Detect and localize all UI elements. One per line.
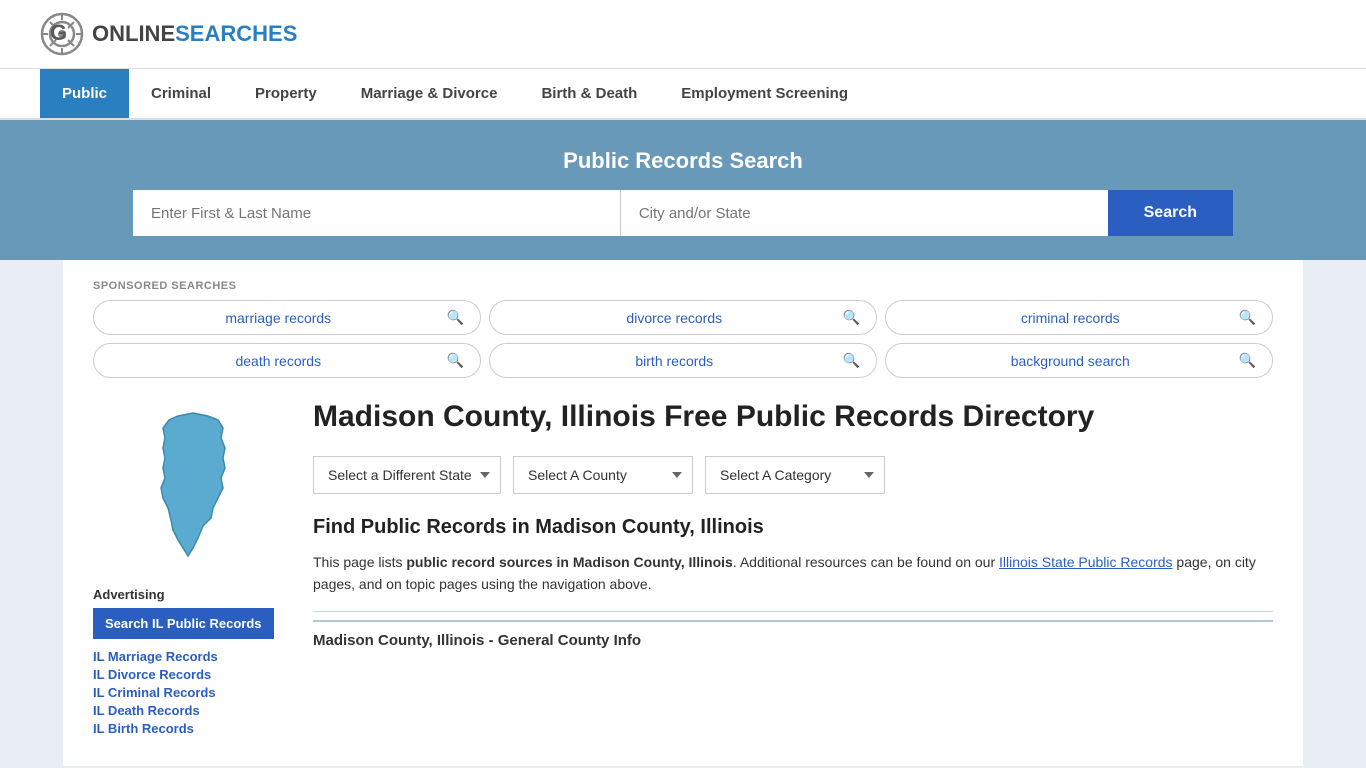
tag-birth[interactable]: birth records 🔍	[489, 343, 877, 378]
nav-item-property[interactable]: Property	[233, 69, 339, 118]
nav-item-birth-death[interactable]: Birth & Death	[519, 69, 659, 118]
nav-item-employment[interactable]: Employment Screening	[659, 69, 870, 118]
nav-item-criminal[interactable]: Criminal	[129, 69, 233, 118]
search-icon-2: 🔍	[1239, 309, 1256, 326]
tag-divorce[interactable]: divorce records 🔍	[489, 300, 877, 335]
find-text: This page lists public record sources in…	[313, 551, 1273, 596]
main-wrapper: SPONSORED SEARCHES marriage records 🔍 di…	[0, 260, 1366, 766]
tag-background[interactable]: background search 🔍	[885, 343, 1273, 378]
tag-criminal-text: criminal records	[902, 310, 1239, 326]
find-text-bold: public record sources in Madison County,…	[406, 554, 732, 570]
location-input[interactable]	[621, 190, 1108, 236]
search-form: Search	[133, 190, 1233, 236]
dropdowns: Select a Different State Select A County…	[313, 456, 1273, 494]
county-dropdown[interactable]: Select A County	[513, 456, 693, 494]
tag-death[interactable]: death records 🔍	[93, 343, 481, 378]
state-dropdown[interactable]: Select a Different State	[313, 456, 501, 494]
general-info-title: Madison County, Illinois - General Count…	[313, 620, 1273, 659]
sidebar-links: IL Marriage Records IL Divorce Records I…	[93, 649, 293, 736]
page-title: Madison County, Illinois Free Public Rec…	[313, 398, 1273, 436]
content-body: Advertising Search IL Public Records IL …	[93, 398, 1273, 736]
advertising-label: Advertising	[93, 587, 293, 602]
search-tags: marriage records 🔍 divorce records 🔍 cri…	[93, 300, 1273, 378]
sponsored-label: SPONSORED SEARCHES	[93, 280, 1273, 292]
logo-icon: G	[40, 12, 84, 56]
search-icon-1: 🔍	[843, 309, 860, 326]
sidebar-link-0[interactable]: IL Marriage Records	[93, 649, 293, 664]
tag-death-text: death records	[110, 353, 447, 369]
svg-text:G: G	[50, 20, 67, 45]
main-nav: Public Criminal Property Marriage & Divo…	[0, 69, 1366, 120]
tag-marriage-text: marriage records	[110, 310, 447, 326]
name-input[interactable]	[133, 190, 621, 236]
nav-item-marriage-divorce[interactable]: Marriage & Divorce	[339, 69, 520, 118]
main-content: Madison County, Illinois Free Public Rec…	[313, 398, 1273, 736]
tag-background-text: background search	[902, 353, 1239, 369]
search-icon-0: 🔍	[447, 309, 464, 326]
tag-divorce-text: divorce records	[506, 310, 843, 326]
ad-button[interactable]: Search IL Public Records	[93, 608, 274, 639]
search-icon-4: 🔍	[843, 352, 860, 369]
sidebar-link-2[interactable]: IL Criminal Records	[93, 685, 293, 700]
content-area: SPONSORED SEARCHES marriage records 🔍 di…	[63, 260, 1303, 766]
logo-online: ONLINE	[92, 21, 175, 47]
sidebar-link-4[interactable]: IL Birth Records	[93, 721, 293, 736]
find-text-1: This page lists	[313, 554, 406, 570]
find-link[interactable]: Illinois State Public Records	[999, 554, 1173, 570]
logo: G ONLINE SEARCHES	[40, 12, 297, 56]
search-icon-5: 🔍	[1239, 352, 1256, 369]
search-banner-title: Public Records Search	[40, 148, 1326, 174]
logo-text: ONLINE SEARCHES	[92, 21, 297, 47]
search-icon-3: 🔍	[447, 352, 464, 369]
search-banner: Public Records Search Search	[0, 120, 1366, 260]
tag-criminal[interactable]: criminal records 🔍	[885, 300, 1273, 335]
logo-searches: SEARCHES	[175, 21, 297, 47]
divider	[313, 611, 1273, 612]
left-sidebar: Advertising Search IL Public Records IL …	[93, 398, 293, 736]
find-text-2: . Additional resources can be found on o…	[733, 554, 999, 570]
search-button[interactable]: Search	[1108, 190, 1233, 236]
illinois-map	[133, 408, 253, 568]
find-title: Find Public Records in Madison County, I…	[313, 516, 1273, 539]
sidebar-link-1[interactable]: IL Divorce Records	[93, 667, 293, 682]
nav-item-public[interactable]: Public	[40, 69, 129, 118]
sidebar-link-3[interactable]: IL Death Records	[93, 703, 293, 718]
tag-marriage[interactable]: marriage records 🔍	[93, 300, 481, 335]
header: G ONLINE SEARCHES	[0, 0, 1366, 69]
tag-birth-text: birth records	[506, 353, 843, 369]
category-dropdown[interactable]: Select A Category	[705, 456, 885, 494]
